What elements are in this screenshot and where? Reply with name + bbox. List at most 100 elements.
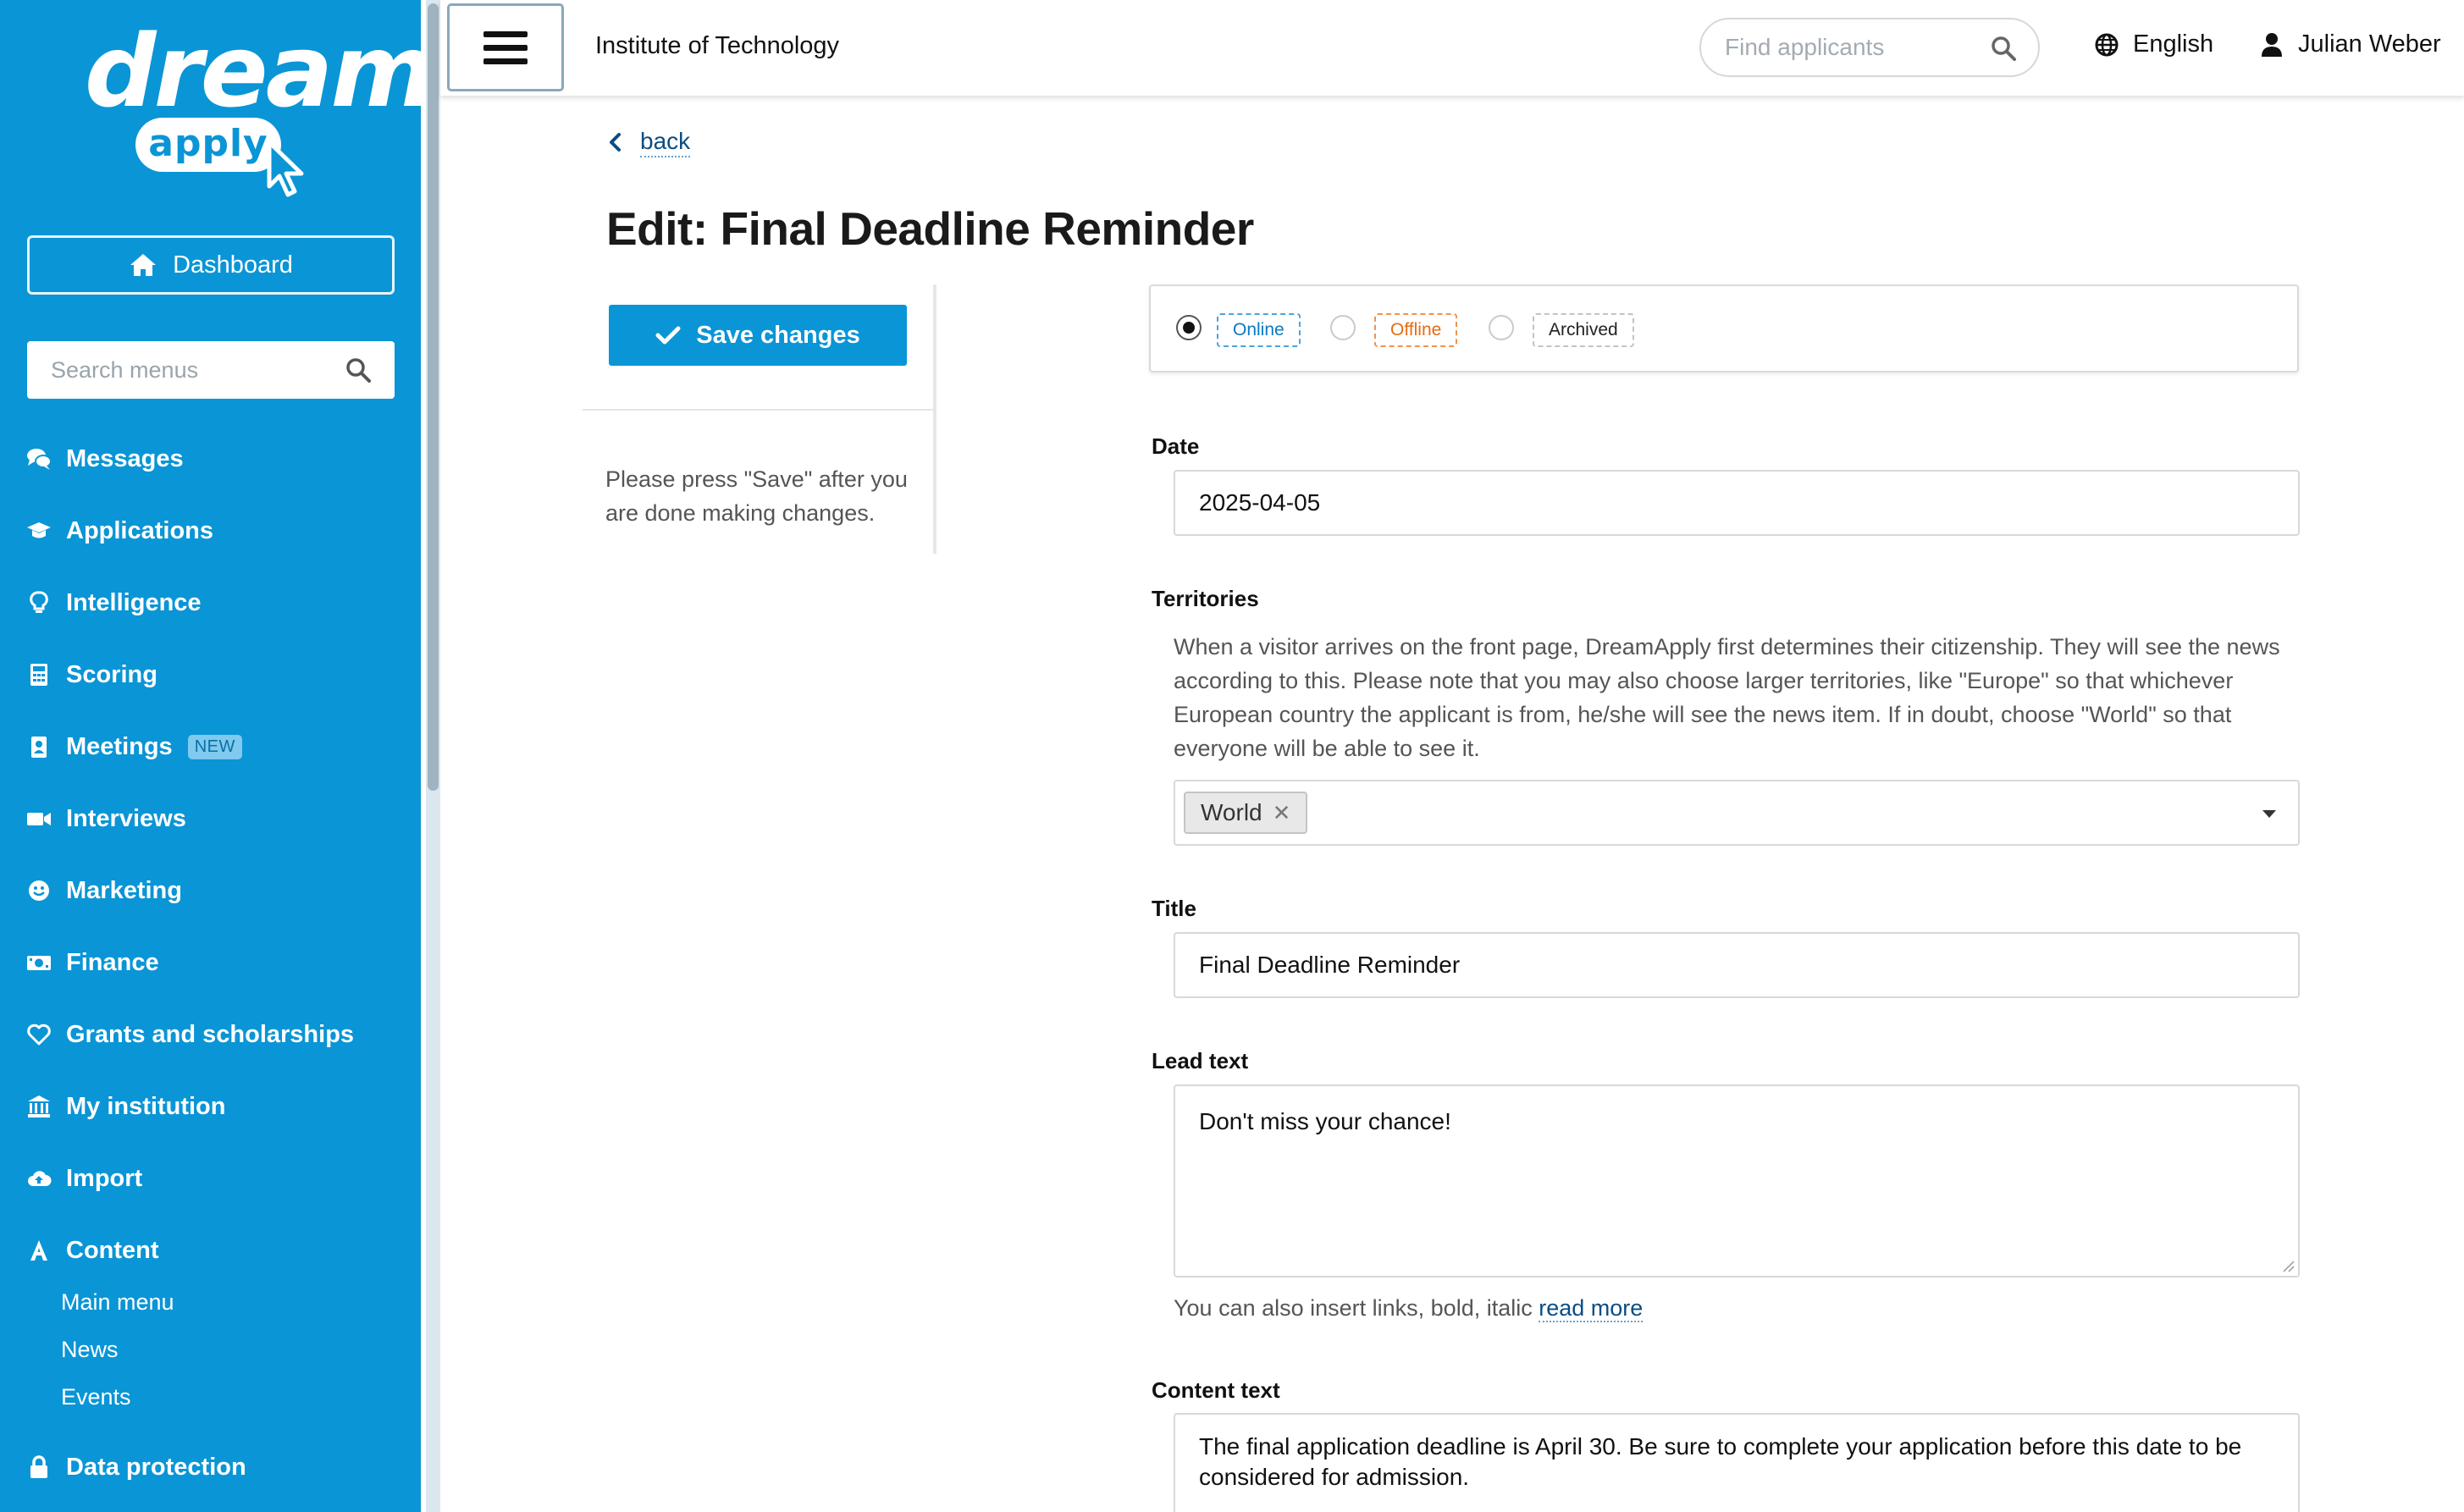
sidebar-scrollbar[interactable] [426, 0, 440, 1512]
title-label: Title [1152, 896, 1196, 921]
chevron-down-icon[interactable] [2262, 810, 2276, 818]
page-title: Edit: Final Deadline Reminder [606, 202, 1254, 255]
user-icon [2262, 32, 2282, 57]
dashboard-label: Dashboard [173, 251, 293, 279]
smile-icon [29, 880, 49, 901]
territories-label: Territories [1152, 586, 1259, 611]
save-note: Please press "Save" after you are done m… [605, 466, 908, 526]
sidebar-item-label: Applications [66, 516, 214, 544]
status-archived-pill[interactable]: Archived [1533, 313, 1634, 347]
back-link[interactable]: back [608, 127, 691, 157]
save-changes-button[interactable]: Save changes [609, 305, 907, 366]
status-selector: Online Offline Archived [1149, 284, 2299, 372]
video-icon [27, 813, 51, 825]
sidebar-item-label: Finance [66, 948, 159, 976]
back-label: back [640, 127, 691, 157]
sidebar-item-intelligence[interactable]: Intelligence [24, 582, 202, 624]
sidebar-item-interviews[interactable]: Interviews [24, 797, 186, 840]
language-label: English [2133, 30, 2214, 58]
sidebar-subitem-news[interactable]: News [61, 1333, 119, 1366]
sidebar-item-label: Content [66, 1236, 159, 1264]
sidebar-item-label: Marketing [66, 876, 182, 904]
resize-handle-icon[interactable] [2281, 1259, 2295, 1272]
lead-text-help: You can also insert links, bold, italic … [1174, 1291, 1644, 1325]
logo-pill: apply [135, 118, 281, 172]
institution-name: Institute of Technology [595, 32, 840, 59]
status-radio-offline[interactable] [1330, 315, 1356, 340]
user-name: Julian Weber [2298, 30, 2441, 58]
content-text-label: Content text [1152, 1377, 1280, 1403]
sidebar-item-data-protection[interactable]: Data protection [24, 1446, 246, 1488]
sidebar-item-label: Interviews [66, 804, 186, 832]
lead-text-textarea[interactable]: Don't miss your chance! [1174, 1084, 2300, 1277]
remove-tag-icon[interactable]: ✕ [1273, 800, 1291, 826]
calculator-icon [30, 664, 47, 686]
divider [583, 409, 933, 411]
sidebar-item-meetings[interactable]: Meetings NEW [24, 726, 242, 768]
lead-text-value: Don't miss your chance! [1199, 1108, 1451, 1134]
sidebar-item-label: Data protection [66, 1453, 246, 1481]
globe-icon [2095, 33, 2119, 56]
read-more-link[interactable]: read more [1539, 1295, 1644, 1322]
dashboard-button[interactable]: Dashboard [27, 235, 395, 295]
sidebar-item-scoring[interactable]: Scoring [24, 654, 157, 696]
menu-search-input[interactable] [27, 341, 349, 399]
logo-word: dream [85, 13, 421, 130]
home-icon [130, 254, 157, 276]
date-label: Date [1152, 433, 1200, 459]
scrollbar-thumb[interactable] [428, 3, 439, 791]
find-applicants-input[interactable] [1701, 19, 1989, 75]
status-radio-online[interactable] [1176, 315, 1202, 340]
chevron-left-icon [610, 133, 621, 152]
sidebar: dream apply Dashboard Messages Applicati… [0, 0, 421, 1512]
top-bar: Institute of Technology English Julian W… [440, 0, 2464, 96]
sidebar-item-applications[interactable]: Applications [24, 510, 213, 552]
language-selector[interactable]: English [2094, 30, 2213, 58]
content-text-value: The final application deadline is April … [1199, 1433, 2242, 1490]
sidebar-item-label: Intelligence [66, 588, 202, 616]
font-icon [30, 1240, 47, 1261]
sidebar-item-marketing[interactable]: Marketing [24, 869, 182, 912]
content-text-editor[interactable]: The final application deadline is April … [1174, 1413, 2300, 1512]
sidebar-item-label: My institution [66, 1092, 226, 1120]
territory-tag: World ✕ [1184, 792, 1308, 834]
sidebar-item-import[interactable]: Import [24, 1157, 142, 1200]
status-offline-pill[interactable]: Offline [1374, 313, 1458, 347]
cursor-icon [267, 140, 304, 197]
sidebar-subitem-main-menu[interactable]: Main menu [61, 1285, 174, 1319]
chat-icon [27, 449, 52, 470]
find-applicants [1699, 18, 2040, 77]
institution-icon [28, 1095, 50, 1117]
territories-help: When a visitor arrives on the front page… [1174, 634, 2280, 761]
cloud-upload-icon [28, 1171, 52, 1186]
sidebar-item-finance[interactable]: Finance [24, 941, 159, 984]
heart-icon [27, 1024, 51, 1046]
sidebar-item-my-institution[interactable]: My institution [24, 1085, 225, 1128]
sidebar-item-messages[interactable]: Messages [24, 438, 184, 480]
lead-text-help-text: You can also insert links, bold, italic [1174, 1295, 1533, 1321]
sidebar-subitem-events[interactable]: Events [61, 1380, 131, 1414]
new-badge: NEW [187, 734, 242, 759]
sidebar-item-content[interactable]: Content [24, 1229, 159, 1272]
sidebar-item-label: Import [66, 1164, 143, 1192]
search-icon[interactable] [345, 357, 371, 383]
sidebar-item-grants[interactable]: Grants and scholarships [24, 1013, 354, 1056]
search-icon[interactable] [1991, 36, 2016, 61]
user-menu[interactable]: Julian Weber [2261, 30, 2441, 58]
menu-search [27, 341, 395, 399]
lead-text-label: Lead text [1152, 1048, 1249, 1073]
status-radio-archived[interactable] [1489, 315, 1514, 340]
sidebar-item-label: Grants and scholarships [66, 1020, 355, 1048]
territories-select[interactable]: World ✕ [1174, 780, 2300, 846]
save-panel: Save changes Please press "Save" after y… [583, 284, 936, 554]
graduation-cap-icon [27, 522, 51, 538]
sidebar-item-label: Meetings [66, 732, 173, 760]
status-online-pill[interactable]: Online [1217, 313, 1301, 347]
menu-toggle-button[interactable] [447, 3, 564, 91]
lock-icon [30, 1455, 47, 1478]
title-input[interactable] [1174, 932, 2300, 998]
dreamapply-logo[interactable]: dream apply [85, 12, 421, 197]
calendar-user-icon [31, 737, 47, 758]
date-input[interactable] [1174, 470, 2300, 536]
lightbulb-icon [30, 591, 48, 613]
